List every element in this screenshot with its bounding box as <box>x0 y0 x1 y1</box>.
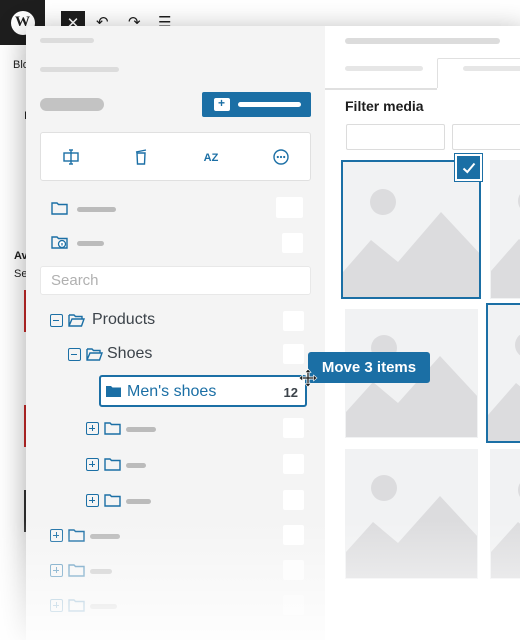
new-folder-button[interactable] <box>202 92 311 117</box>
row-label-placeholder <box>90 604 117 609</box>
expand-icon[interactable] <box>50 564 63 577</box>
tree-row-products[interactable]: Products <box>26 308 325 332</box>
expand-icon[interactable] <box>50 599 63 612</box>
tree-row-folder[interactable] <box>26 558 325 582</box>
expand-icon[interactable] <box>86 422 99 435</box>
more-options-icon[interactable] <box>271 148 291 168</box>
media-library-panel: Filter media <box>325 26 520 640</box>
folder-info-icon <box>51 235 68 249</box>
tab-media-library[interactable] <box>437 58 520 88</box>
folder-icon <box>68 528 85 542</box>
filter-media-title: Filter media <box>345 98 424 114</box>
row-checkbox[interactable] <box>283 311 304 331</box>
tree-row-shoes[interactable]: Shoes <box>26 343 325 367</box>
row-label-placeholder <box>126 427 156 432</box>
row-label-placeholder <box>90 569 112 574</box>
row-checkbox[interactable] <box>283 490 304 510</box>
move-cursor-icon <box>298 368 318 388</box>
uncategorized-row[interactable] <box>26 231 325 255</box>
row-checkbox[interactable] <box>283 595 304 615</box>
placeholder-text <box>40 67 119 72</box>
new-folder-label-placeholder <box>238 102 301 107</box>
media-modal: AZ <box>26 26 520 640</box>
folder-toolbar: AZ <box>40 132 311 181</box>
row-checkbox[interactable] <box>283 560 304 580</box>
row-checkbox[interactable] <box>283 454 304 474</box>
row-label-placeholder <box>77 207 116 212</box>
row-checkbox[interactable] <box>276 197 303 218</box>
placeholder-text <box>345 38 500 44</box>
placeholder-text <box>40 38 94 43</box>
tree-label-mens-shoes: Men's shoes <box>127 383 217 400</box>
folders-heading-placeholder <box>40 98 104 111</box>
row-checkbox[interactable] <box>283 344 304 364</box>
row-checkbox[interactable] <box>283 525 304 545</box>
media-thumbnail[interactable] <box>490 160 520 299</box>
tab-upload-placeholder[interactable] <box>345 66 423 71</box>
row-label-placeholder <box>90 534 120 539</box>
all-files-row[interactable] <box>26 196 325 220</box>
folders-panel: AZ <box>26 26 325 640</box>
folder-search-input[interactable] <box>41 267 310 294</box>
media-thumbnail[interactable] <box>490 449 520 579</box>
tree-row-folder[interactable] <box>26 593 325 617</box>
expand-icon[interactable] <box>86 494 99 507</box>
folder-filled-icon <box>105 384 122 398</box>
row-checkbox[interactable] <box>282 233 303 253</box>
tree-row-subfolder[interactable] <box>26 452 325 476</box>
folder-icon <box>104 493 121 507</box>
row-label-placeholder <box>126 499 151 504</box>
expand-icon[interactable] <box>86 458 99 471</box>
tree-row-mens-shoes[interactable]: Men's shoes 12 <box>99 375 307 407</box>
tab-divider <box>325 88 437 90</box>
tree-row-subfolder[interactable] <box>26 488 325 512</box>
media-thumbnail[interactable] <box>486 303 520 443</box>
collapse-icon[interactable] <box>50 314 63 327</box>
delete-icon[interactable] <box>131 148 151 168</box>
rename-icon[interactable] <box>61 148 81 168</box>
row-checkbox[interactable] <box>283 418 304 438</box>
folder-icon <box>104 457 121 471</box>
tree-row-subfolder[interactable] <box>26 416 325 440</box>
folder-open-icon <box>68 313 85 327</box>
row-label-placeholder <box>77 241 104 246</box>
date-filter[interactable] <box>452 124 520 150</box>
add-folder-icon <box>214 96 230 111</box>
media-thumbnail[interactable] <box>345 449 478 579</box>
folder-icon <box>51 201 68 215</box>
folder-icon <box>104 421 121 435</box>
folder-icon <box>68 563 85 577</box>
folder-search-box <box>40 266 311 295</box>
folder-open-icon <box>86 347 103 361</box>
media-type-filter[interactable] <box>346 124 445 150</box>
drag-move-tooltip: Move 3 items <box>308 352 430 383</box>
selected-check-icon[interactable] <box>454 153 483 182</box>
tree-label-products: Products <box>92 311 156 328</box>
sort-az-icon[interactable]: AZ <box>201 148 221 168</box>
tree-row-folder[interactable] <box>26 523 325 547</box>
tab-library-placeholder <box>463 66 520 71</box>
collapse-icon[interactable] <box>68 348 81 361</box>
folder-icon <box>68 598 85 612</box>
row-label-placeholder <box>126 463 146 468</box>
tree-label-shoes: Shoes <box>107 345 153 362</box>
folder-item-count: 12 <box>283 385 298 400</box>
expand-icon[interactable] <box>50 529 63 542</box>
